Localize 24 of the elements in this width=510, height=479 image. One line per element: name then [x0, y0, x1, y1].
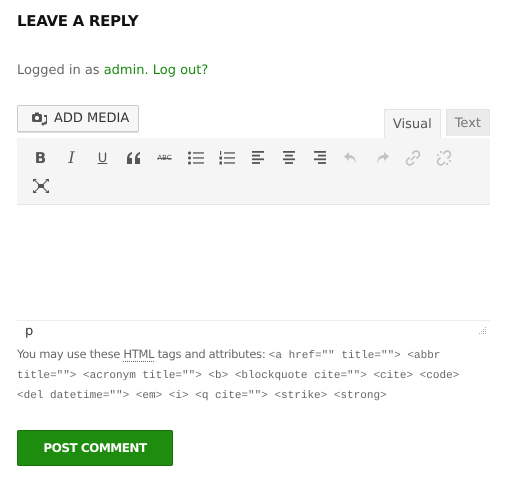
bold-button[interactable]: B [25, 144, 56, 172]
section-heading: LEAVE A REPLY [17, 12, 140, 30]
fullscreen-icon [32, 179, 48, 193]
bulleted-list-icon [188, 151, 204, 165]
italic-button[interactable]: I [56, 144, 87, 172]
post-comment-button[interactable]: POST COMMENT [17, 430, 173, 466]
username-link[interactable]: admin. [104, 63, 149, 78]
element-path: p [25, 324, 34, 338]
align-right-icon [312, 151, 328, 165]
underline-button[interactable]: U [87, 144, 118, 172]
align-left-icon [250, 151, 266, 165]
camera-music-icon [32, 112, 48, 126]
undo-arrow-icon [342, 151, 358, 165]
numbered-list-icon [218, 151, 234, 165]
logout-link[interactable]: Log out? [152, 63, 208, 78]
editor-tab[interactable]: Visual [384, 109, 441, 138]
login-status: Logged in as admin. Log out? [17, 63, 210, 78]
editor-tab[interactable]: Text [446, 109, 490, 136]
chain-link-icon [404, 150, 420, 166]
allowed-tags-note: You may use these HTML tags and attributes: <a href="" title=""> <abbr title=""> <acronym title=""> <b> <blockquote cite=""> <cite> <code> <del datetime=""> <em> <i> <q cite=""> <strike> <strong> [17, 346, 460, 404]
quote-marks-icon [126, 152, 142, 164]
broken-link-icon [436, 150, 452, 166]
add-media-button[interactable]: ADD MEDIA [17, 105, 140, 132]
align-center-icon [280, 151, 296, 165]
